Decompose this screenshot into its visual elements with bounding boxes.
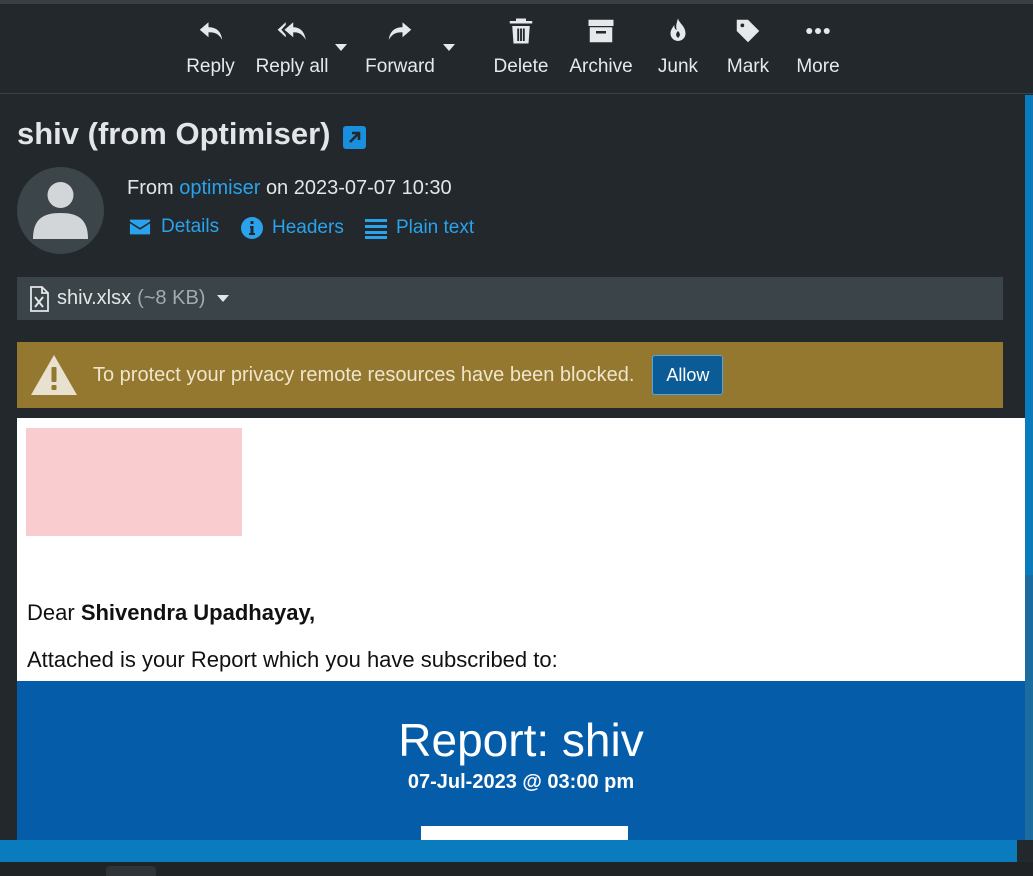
report-white-box [421, 826, 628, 840]
more-button[interactable]: More [792, 16, 844, 88]
junk-button[interactable]: Junk [652, 16, 704, 88]
reply-all-icon [277, 22, 306, 40]
sender-line: From optimiser on 2023-07-07 10:30 [127, 177, 452, 200]
plain-text-link[interactable]: Plain text [364, 216, 474, 240]
greeting: Dear Shivendra Upadhayay, [27, 600, 315, 626]
attachment-menu-icon[interactable] [217, 295, 230, 302]
info-icon [241, 217, 263, 239]
envelope-icon [129, 219, 151, 235]
archive-button[interactable]: Archive [566, 16, 636, 88]
message-date: on 2023-07-07 10:30 [265, 177, 452, 199]
headers-label: Headers [272, 217, 344, 238]
reply-button[interactable]: Reply [183, 16, 238, 88]
allow-remote-button[interactable]: Allow [652, 355, 724, 395]
archive-label: Archive [569, 56, 633, 77]
details-label: Details [161, 216, 220, 237]
forward-button[interactable]: Forward [362, 16, 438, 88]
user-silhouette-icon [33, 182, 88, 239]
sender-link[interactable]: optimiser [179, 177, 260, 199]
sender-avatar [17, 167, 104, 254]
delete-button[interactable]: Delete [490, 16, 552, 88]
headers-link[interactable]: Headers [240, 216, 344, 240]
open-in-new-window-icon[interactable] [343, 126, 366, 149]
trash-icon [509, 18, 533, 44]
fire-icon [670, 18, 686, 41]
remote-content-warning: To protect your privacy remote resources… [17, 342, 1003, 408]
warning-triangle-icon [31, 355, 77, 395]
archive-box-icon [588, 19, 614, 43]
plain-text-label: Plain text [396, 217, 475, 238]
mark-button[interactable]: Mark [722, 16, 774, 88]
mark-label: Mark [726, 56, 770, 77]
attachment-bar: shiv.xlsx (~8 KB) [17, 277, 1003, 320]
junk-label: Junk [657, 56, 699, 77]
excel-file-icon [30, 285, 49, 312]
message-toolbar: Reply Reply all Forward Delete Archive J… [0, 4, 1033, 94]
list-lines-icon [365, 219, 387, 239]
recipient-name: Shivendra Upadhayay, [80, 600, 316, 625]
attachment-name[interactable]: shiv.xlsx [57, 287, 131, 310]
delete-label: Delete [493, 56, 549, 77]
reply-icon [199, 22, 222, 40]
reply-all-button[interactable]: Reply all [253, 16, 331, 88]
more-dots-icon [806, 28, 830, 34]
forward-label: Forward [365, 56, 435, 77]
greeting-prefix: Dear [27, 600, 75, 625]
horizontal-scrollbar[interactable] [0, 840, 1017, 862]
blocked-image-placeholder [26, 428, 242, 536]
taskbar-tab[interactable] [106, 866, 156, 876]
from-prefix: From [127, 177, 174, 199]
forward-icon [388, 22, 412, 40]
reply-all-dropdown-icon[interactable] [335, 44, 347, 51]
report-title: Report: shiv [398, 714, 644, 766]
tag-icon [736, 19, 760, 43]
reply-all-label: Reply all [255, 56, 329, 77]
forward-dropdown-icon[interactable] [443, 44, 455, 51]
email-body: Dear Shivendra Upadhayay, Attached is yo… [17, 418, 1025, 840]
reply-label: Reply [186, 56, 235, 77]
message-subject: shiv (from Optimiser) [17, 116, 331, 151]
more-label: More [796, 56, 840, 77]
intro-text: Attached is your Report which you have s… [27, 647, 558, 672]
attachment-size: (~8 KB) [137, 287, 206, 309]
scrollbar-thumb[interactable] [1025, 575, 1033, 840]
privacy-message: To protect your privacy remote resources… [93, 363, 635, 386]
report-date: 07-Jul-2023 @ 03:00 pm [407, 771, 635, 793]
report-banner: Report: shiv 07-Jul-2023 @ 03:00 pm [17, 681, 1025, 840]
details-link[interactable]: Details [127, 216, 219, 238]
